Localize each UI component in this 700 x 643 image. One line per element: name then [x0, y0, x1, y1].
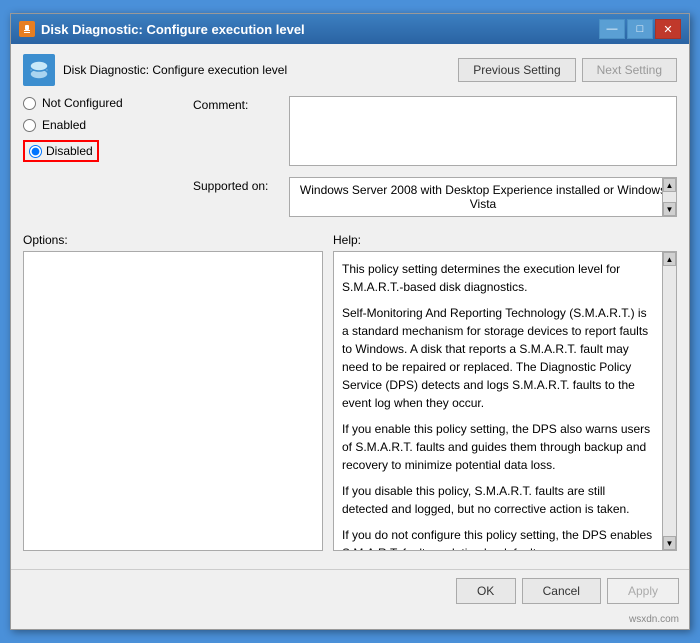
title-controls: — □ ✕ [599, 19, 681, 39]
main-window: Disk Diagnostic: Configure execution lev… [10, 13, 690, 630]
supported-scrollbar: ▲ ▼ [662, 178, 676, 216]
supported-field-wrapper: Windows Server 2008 with Desktop Experie… [289, 177, 677, 217]
options-panel: Options: [23, 233, 323, 551]
apply-button[interactable]: Apply [607, 578, 679, 604]
help-box: This policy setting determines the execu… [333, 251, 677, 551]
supported-label: Supported on: [193, 177, 283, 193]
help-panel: Help: This policy setting determines the… [333, 233, 677, 551]
header-title: Disk Diagnostic: Configure execution lev… [63, 63, 287, 77]
previous-setting-button[interactable]: Previous Setting [458, 58, 575, 82]
radio-disabled-label: Disabled [46, 144, 93, 158]
supported-row: Supported on: Windows Server 2008 with D… [193, 177, 677, 217]
radio-enabled-input[interactable] [23, 119, 36, 132]
radio-not-configured[interactable]: Not Configured [23, 96, 183, 110]
header-icon [23, 54, 55, 86]
supported-text: Windows Server 2008 with Desktop Experie… [296, 183, 670, 211]
minimize-button[interactable]: — [599, 19, 625, 39]
next-setting-button[interactable]: Next Setting [582, 58, 677, 82]
footer-bar: OK Cancel Apply [11, 569, 689, 612]
help-label: Help: [333, 233, 677, 247]
left-panel: Not Configured Enabled Disabled [23, 96, 183, 225]
radio-enabled[interactable]: Enabled [23, 118, 183, 132]
options-box [23, 251, 323, 551]
comment-field-wrapper [289, 96, 677, 169]
options-label: Options: [23, 233, 323, 247]
help-scroll-up[interactable]: ▲ [663, 252, 676, 266]
supported-box: Windows Server 2008 with Desktop Experie… [289, 177, 677, 217]
radio-group: Not Configured Enabled Disabled [23, 96, 183, 162]
radio-disabled[interactable]: Disabled [23, 140, 183, 162]
bottom-section: Options: Help: This policy setting deter… [23, 233, 677, 551]
close-button[interactable]: ✕ [655, 19, 681, 39]
right-panel: Comment: Supported on: Windows Server 20… [193, 96, 677, 225]
help-scroll-down[interactable]: ▼ [663, 536, 676, 550]
radio-not-configured-input[interactable] [23, 97, 36, 110]
radio-enabled-label: Enabled [42, 118, 86, 132]
header-left: Disk Diagnostic: Configure execution lev… [23, 54, 287, 86]
ok-button[interactable]: OK [456, 578, 516, 604]
help-text: This policy setting determines the execu… [342, 260, 668, 551]
content-area: Disk Diagnostic: Configure execution lev… [11, 44, 689, 569]
scroll-down-arrow[interactable]: ▼ [663, 202, 676, 216]
cancel-button[interactable]: Cancel [522, 578, 601, 604]
help-scrollbar: ▲ ▼ [662, 252, 676, 550]
header-row: Disk Diagnostic: Configure execution lev… [23, 54, 677, 86]
header-buttons: Previous Setting Next Setting [458, 58, 677, 82]
maximize-button[interactable]: □ [627, 19, 653, 39]
comment-textarea[interactable] [289, 96, 677, 166]
comment-row: Comment: [193, 96, 677, 169]
window-icon [19, 21, 35, 37]
radio-disabled-input[interactable] [29, 145, 42, 158]
main-area: Not Configured Enabled Disabled [23, 96, 677, 225]
comment-label: Comment: [193, 96, 283, 112]
title-bar-left: Disk Diagnostic: Configure execution lev… [19, 21, 305, 37]
title-bar: Disk Diagnostic: Configure execution lev… [11, 14, 689, 44]
scroll-up-arrow[interactable]: ▲ [663, 178, 676, 192]
watermark: wsxdn.com [11, 612, 689, 629]
window-title: Disk Diagnostic: Configure execution lev… [41, 22, 305, 37]
radio-not-configured-label: Not Configured [42, 96, 123, 110]
